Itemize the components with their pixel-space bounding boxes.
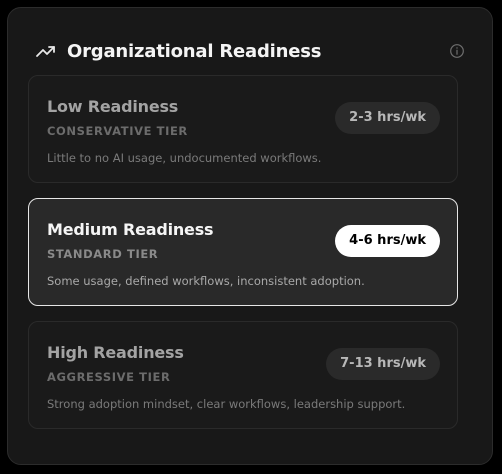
hours-badge: 4-6 hrs/wk xyxy=(335,225,440,257)
info-icon[interactable] xyxy=(449,43,465,59)
tier-option-high[interactable]: High Readiness AGGRESSIVE TIER Strong ad… xyxy=(28,321,458,429)
tier-description: Little to no AI usage, undocumented work… xyxy=(47,151,322,165)
tier-subtitle: STANDARD TIER xyxy=(47,247,159,261)
panel-header: Organizational Readiness xyxy=(35,38,465,64)
tier-subtitle: CONSERVATIVE TIER xyxy=(47,124,188,138)
panel-title: Organizational Readiness xyxy=(67,40,322,62)
tier-description: Strong adoption mindset, clear workflows… xyxy=(47,397,406,411)
tier-subtitle: AGGRESSIVE TIER xyxy=(47,370,171,384)
tier-option-low[interactable]: Low Readiness CONSERVATIVE TIER Little t… xyxy=(28,75,458,183)
tier-name: High Readiness xyxy=(47,343,184,362)
tier-option-medium[interactable]: Medium Readiness STANDARD TIER Some usag… xyxy=(28,198,458,306)
hours-badge: 2-3 hrs/wk xyxy=(335,102,440,134)
hours-badge: 7-13 hrs/wk xyxy=(326,348,440,380)
trending-up-icon xyxy=(35,43,57,59)
tier-name: Low Readiness xyxy=(47,97,179,116)
tier-name: Medium Readiness xyxy=(47,220,214,239)
tier-description: Some usage, defined workflows, inconsist… xyxy=(47,274,365,288)
